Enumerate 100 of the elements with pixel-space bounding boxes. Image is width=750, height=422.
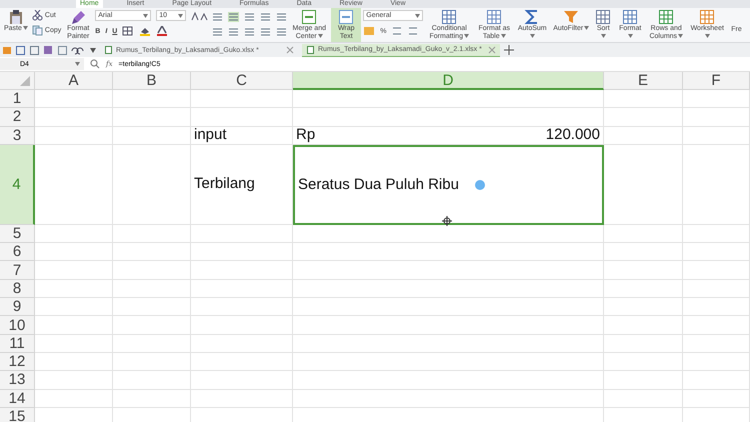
zoom-icon[interactable] [90, 59, 100, 69]
table-cell[interactable] [113, 144, 191, 225]
row-header[interactable]: 7 [0, 261, 35, 280]
table-cell[interactable] [683, 144, 750, 225]
table-cell[interactable] [35, 261, 113, 280]
table-cell[interactable] [604, 390, 683, 408]
currency-icon[interactable] [363, 26, 376, 36]
table-cell[interactable] [683, 390, 750, 408]
table-cell[interactable] [604, 224, 683, 244]
caret-icon[interactable] [90, 48, 96, 52]
table-cell[interactable] [604, 261, 683, 280]
close-icon[interactable] [286, 46, 294, 54]
row-header[interactable]: 8 [0, 280, 35, 298]
table-cell[interactable] [113, 126, 191, 145]
table-cell[interactable] [113, 224, 191, 244]
column-header[interactable]: A [35, 72, 113, 90]
table-cell[interactable] [35, 90, 113, 108]
table-cell[interactable] [35, 334, 113, 353]
table-cell[interactable] [113, 90, 191, 108]
table-cell[interactable] [35, 224, 113, 244]
table-cell[interactable] [35, 352, 113, 372]
row-header[interactable]: 13 [0, 371, 35, 390]
table-cell[interactable] [604, 298, 683, 316]
table-cell[interactable] [35, 108, 113, 127]
font-color-icon[interactable] [156, 26, 168, 36]
table-cell[interactable] [191, 352, 293, 372]
table-cell[interactable]: Seratus Dua Puluh Ribu [293, 144, 604, 225]
table-cell[interactable] [113, 371, 191, 390]
table-cell[interactable] [604, 243, 683, 262]
table-cell[interactable] [604, 144, 683, 225]
quick-access-icons-drawing[interactable] [2, 45, 86, 55]
alignment-icons-drawing[interactable] [211, 10, 288, 38]
table-cell[interactable] [293, 352, 604, 372]
table-cell[interactable] [293, 90, 604, 108]
table-cell[interactable] [191, 224, 293, 244]
table-cell[interactable] [683, 261, 750, 280]
table-cell[interactable] [293, 261, 604, 280]
table-cell[interactable] [683, 108, 750, 127]
row-header[interactable]: 9 [0, 298, 35, 316]
table-cell[interactable] [683, 126, 750, 145]
table-cell[interactable] [35, 126, 113, 145]
column-header[interactable]: B [113, 72, 191, 90]
table-cell[interactable]: Terbilang [191, 144, 293, 225]
table-cell[interactable] [604, 126, 683, 145]
table-cell[interactable] [683, 280, 750, 298]
table-cell[interactable] [683, 316, 750, 335]
row-header[interactable]: 6 [0, 243, 35, 262]
table-cell[interactable] [191, 298, 293, 316]
table-cell[interactable] [293, 280, 604, 298]
table-cell[interactable] [293, 316, 604, 335]
table-cell[interactable] [683, 352, 750, 372]
table-cell[interactable] [35, 316, 113, 335]
table-cell[interactable] [293, 243, 604, 262]
row-header[interactable]: 14 [0, 390, 35, 408]
table-cell[interactable] [35, 144, 113, 225]
row-header[interactable]: 15 [0, 408, 35, 422]
table-cell[interactable] [683, 371, 750, 390]
table-cell[interactable] [683, 243, 750, 262]
table-cell[interactable] [35, 298, 113, 316]
row-header[interactable]: 11 [0, 334, 35, 353]
table-cell[interactable]: Rp 120.000 [293, 126, 604, 145]
table-cell[interactable] [113, 298, 191, 316]
table-cell[interactable] [191, 261, 293, 280]
table-cell[interactable] [35, 390, 113, 408]
table-cell[interactable] [293, 334, 604, 353]
table-cell[interactable] [35, 280, 113, 298]
table-cell[interactable] [683, 90, 750, 108]
table-cell[interactable] [604, 352, 683, 372]
caret-icon[interactable] [178, 14, 184, 18]
table-cell[interactable] [113, 316, 191, 335]
table-cell[interactable] [293, 298, 604, 316]
row-header[interactable]: 10 [0, 316, 35, 335]
table-cell[interactable] [191, 280, 293, 298]
table-cell[interactable] [113, 334, 191, 353]
row-header[interactable]: 1 [0, 90, 35, 108]
table-cell[interactable] [191, 371, 293, 390]
caret-icon[interactable] [143, 14, 148, 18]
table-cell[interactable] [113, 261, 191, 280]
fill-color-icon[interactable] [139, 26, 152, 36]
column-header[interactable]: C [191, 72, 293, 90]
table-cell[interactable] [683, 334, 750, 353]
table-cell[interactable] [683, 298, 750, 316]
table-cell[interactable] [293, 371, 604, 390]
table-cell[interactable] [113, 280, 191, 298]
row-header[interactable]: 12 [0, 352, 35, 372]
caret-icon[interactable] [75, 62, 80, 66]
table-cell[interactable]: input [191, 126, 293, 145]
table-cell[interactable] [191, 316, 293, 335]
table-cell[interactable] [113, 390, 191, 408]
column-header[interactable]: F [683, 72, 750, 90]
table-cell[interactable] [604, 316, 683, 335]
table-cell[interactable] [293, 108, 604, 127]
table-cell[interactable] [191, 334, 293, 353]
table-cell[interactable] [191, 90, 293, 108]
table-cell[interactable] [191, 390, 293, 408]
table-cell[interactable] [604, 90, 683, 108]
row-header[interactable]: 2 [0, 108, 35, 127]
caret-icon[interactable] [415, 14, 420, 18]
table-cell[interactable] [683, 224, 750, 244]
table-cell[interactable] [35, 243, 113, 262]
